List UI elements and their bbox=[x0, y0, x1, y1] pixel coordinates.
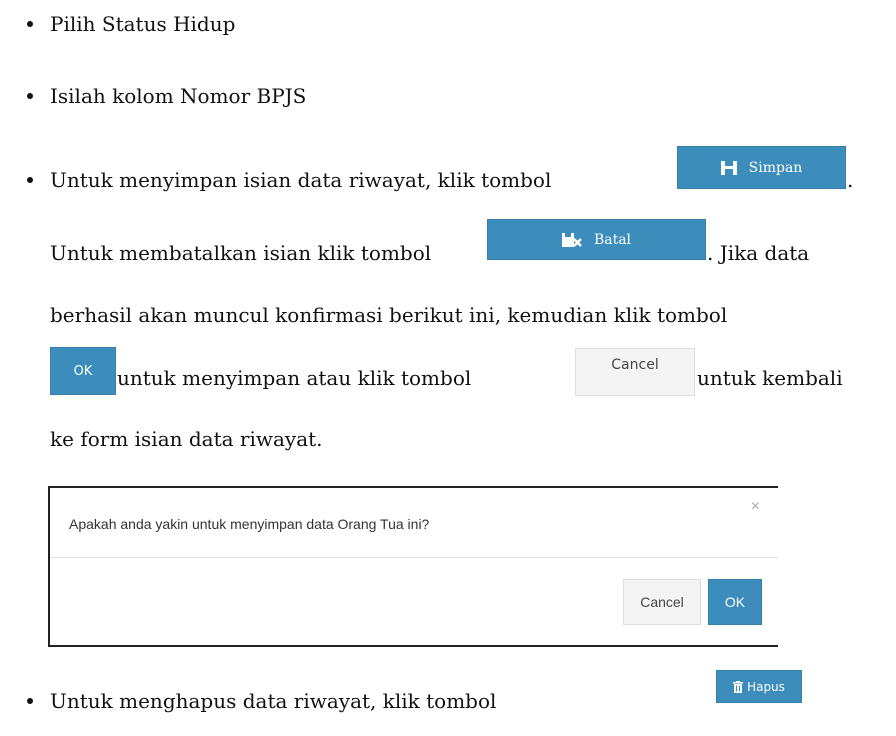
bullet bbox=[27, 21, 33, 27]
bullet bbox=[27, 698, 33, 704]
simpan-instruction-text: Untuk menyimpan isian data riwayat, klik… bbox=[50, 168, 552, 192]
hapus-button[interactable]: Hapus bbox=[716, 670, 802, 703]
ok-after-text: untuk menyimpan atau klik tombol bbox=[117, 366, 472, 390]
simpan-period: . bbox=[847, 168, 854, 192]
trash-icon bbox=[733, 680, 744, 693]
floppy-disk-icon bbox=[720, 160, 737, 175]
batal-button[interactable]: Batal bbox=[487, 219, 706, 260]
close-icon[interactable]: × bbox=[751, 498, 760, 516]
ok-button-label: OK bbox=[724, 594, 746, 610]
item-nomor-bpjs: Isilah kolom Nomor BPJS bbox=[50, 84, 307, 108]
cancel-button-sample[interactable]: Cancel bbox=[575, 348, 695, 396]
divider bbox=[50, 557, 778, 558]
hapus-button-label: Hapus bbox=[747, 679, 785, 694]
batal-instruction-text: Untuk membatalkan isian klik tombol bbox=[50, 241, 432, 265]
item-status-hidup: Pilih Status Hidup bbox=[50, 12, 236, 36]
hapus-instruction-text: Untuk menghapus data riwayat, klik tombo… bbox=[50, 689, 497, 713]
cancel-button-label: Cancel bbox=[611, 357, 659, 373]
confirmation-message: Apakah anda yakin untuk menyimpan data O… bbox=[69, 516, 430, 532]
cancel-after-text: untuk kembali bbox=[697, 366, 843, 390]
batal-after-text: . Jika data bbox=[707, 241, 810, 265]
ok-button-label: OK bbox=[73, 363, 93, 379]
berhasil-text: berhasil akan muncul konfirmasi berikut … bbox=[50, 303, 728, 327]
simpan-button[interactable]: Simpan bbox=[677, 146, 846, 189]
cancel-button[interactable]: Cancel bbox=[623, 579, 701, 625]
bullet bbox=[27, 93, 33, 99]
confirmation-dialog: Apakah anda yakin untuk menyimpan data O… bbox=[48, 486, 778, 647]
batal-button-label: Batal bbox=[593, 231, 632, 248]
simpan-button-label: Simpan bbox=[748, 159, 803, 176]
bullet bbox=[27, 177, 33, 183]
cancel-save-icon bbox=[561, 232, 582, 247]
kembali-text: ke form isian data riwayat. bbox=[50, 427, 323, 451]
ok-button-sample[interactable]: OK bbox=[50, 347, 116, 395]
ok-button[interactable]: OK bbox=[708, 579, 762, 625]
cancel-button-label: Cancel bbox=[640, 594, 684, 610]
document-page: Pilih Status Hidup Isilah kolom Nomor BP… bbox=[0, 0, 896, 736]
